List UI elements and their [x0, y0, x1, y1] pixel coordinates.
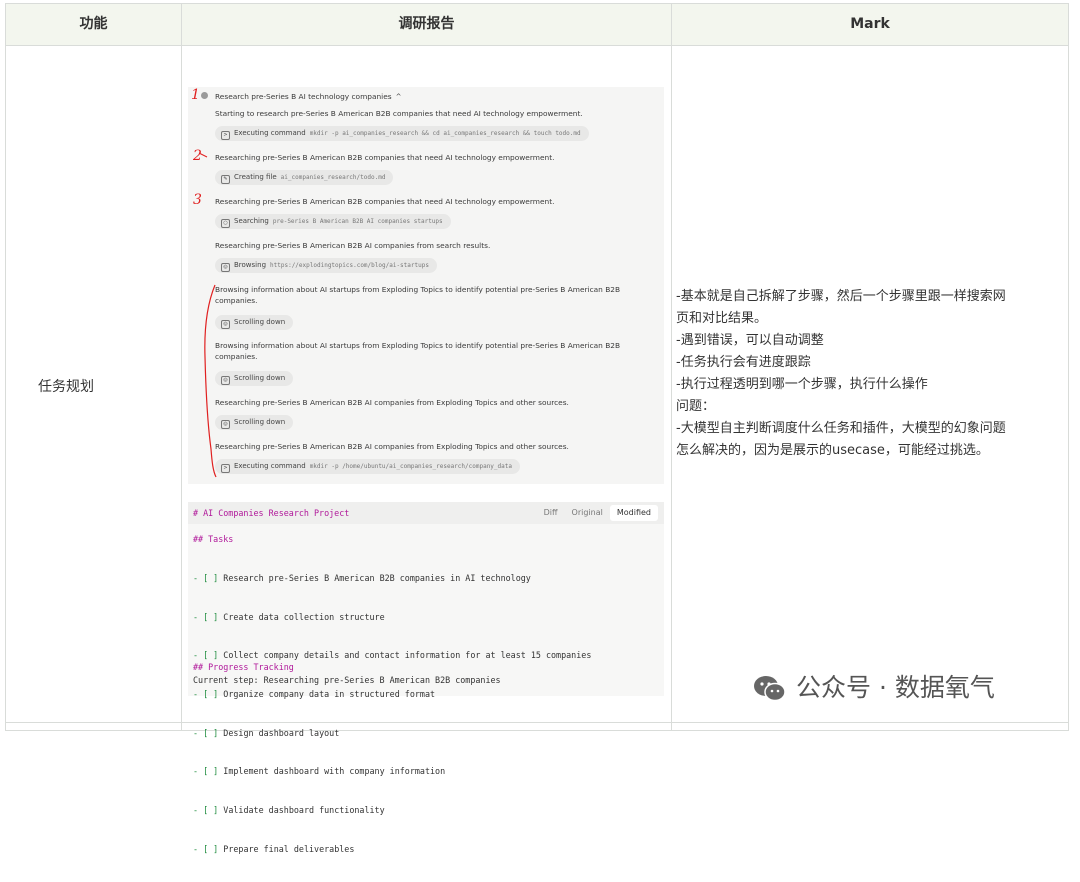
step-intro: Starting to research pre-Series B Americ…	[215, 109, 583, 118]
task-title: Research pre-Series B AI technology comp…	[215, 92, 392, 101]
task-item: - [ ] Validate dashboard functionality	[193, 805, 385, 816]
file-header-bar: # AI Companies Research Project Diff Orig…	[188, 502, 664, 524]
steps-screenshot: Research pre-Series B AI technology comp…	[188, 87, 664, 484]
chevron-up-icon: ^	[395, 93, 402, 101]
progress-line: Current step: Researching pre-Series B A…	[193, 675, 501, 685]
step-pill: ✎ Creating file ai_companies_research/todo…	[215, 170, 394, 185]
step-text: Researching pre-Series B American B2B AI…	[215, 241, 491, 250]
header-feature: 功能	[79, 16, 108, 32]
note-line: -基本就是自己拆解了步骤，然后一个步骤里跟一样搜索网	[676, 289, 1006, 304]
header-report: 调研报告	[398, 16, 455, 32]
annotation-bracket-drawing	[198, 152, 217, 478]
note-line: 怎么解决的，因为是展示的usecase，可能经过挑选。	[676, 443, 989, 458]
step-text: Researching pre-Series B American B2B co…	[215, 153, 555, 162]
task-item: - [ ] Implement dashboard with company i…	[193, 766, 446, 777]
note-line: 问题：	[676, 399, 716, 414]
table-header-row: 功能 调研报告 Mark	[6, 4, 1068, 46]
column-divider	[671, 4, 672, 730]
task-item: - [ ] Create data collection structure	[193, 611, 385, 622]
wechat-icon	[754, 676, 786, 702]
step-text: Researching pre-Series B American B2B AI…	[215, 442, 569, 451]
step-pill: > Executing command mkdir -p ai_companies_…	[215, 126, 589, 141]
tasks-heading: ## Tasks	[193, 534, 234, 544]
task-title-row: Research pre-Series B AI technology comp…	[215, 92, 402, 101]
file-heading: # AI Companies Research Project	[193, 508, 350, 518]
note-line: 页和对比结果。	[676, 311, 768, 326]
view-tabs: Diff Original Modified	[537, 505, 658, 521]
task-item: - [ ] Prepare final deliverables	[193, 843, 355, 854]
row-label-task-planning: 任务规划	[38, 379, 94, 395]
step-pill: ◎ Browsing https://explodingtopics.com/blo…	[215, 258, 437, 273]
note-line: -执行过程透明到哪一个步骤，执行什么操作	[676, 377, 928, 392]
watermark: 公众号 · 数据氧气	[752, 668, 995, 708]
note-line: -任务执行会有进度跟踪	[676, 355, 811, 370]
step-pill: ○ Searching pre-Series B American B2B AI c…	[215, 214, 451, 229]
note-line: -遇到错误，可以自动调整	[676, 333, 824, 348]
tab-original[interactable]: Original	[565, 505, 610, 521]
column-divider	[181, 4, 182, 730]
mark-notes: -基本就是自己拆解了步骤，然后一个步骤里跟一样搜索网 页和对比结果。 -遇到错误…	[676, 286, 1061, 462]
task-item: - [ ] Design dashboard layout	[193, 727, 340, 738]
step-text: Researching pre-Series B American B2B co…	[215, 197, 555, 206]
task-list: - [ ] Research pre-Series B American B2B…	[193, 546, 591, 882]
watermark-text: 公众号 · 数据氧气	[796, 673, 995, 702]
task-item: - [ ] Organize company data in structure…	[193, 688, 436, 699]
note-line: -大模型自主判断调度什么任务和插件，大模型的幻象问题	[676, 421, 1006, 436]
step-pill: > Executing command mkdir -p /home/ubuntu/…	[215, 459, 520, 474]
step-text: Browsing information about AI startups f…	[215, 285, 621, 305]
step-text: Browsing information about AI startups f…	[215, 341, 621, 361]
tab-diff[interactable]: Diff	[537, 505, 565, 521]
progress-heading: ## Progress Tracking	[193, 662, 294, 672]
task-item: - [ ] Research pre-Series B American B2B…	[193, 572, 531, 583]
header-mark: Mark	[850, 16, 890, 32]
step-text: Researching pre-Series B American B2B AI…	[215, 398, 569, 407]
todo-file-screenshot: # AI Companies Research Project Diff Orig…	[188, 502, 664, 854]
tab-modified[interactable]: Modified	[609, 505, 658, 521]
